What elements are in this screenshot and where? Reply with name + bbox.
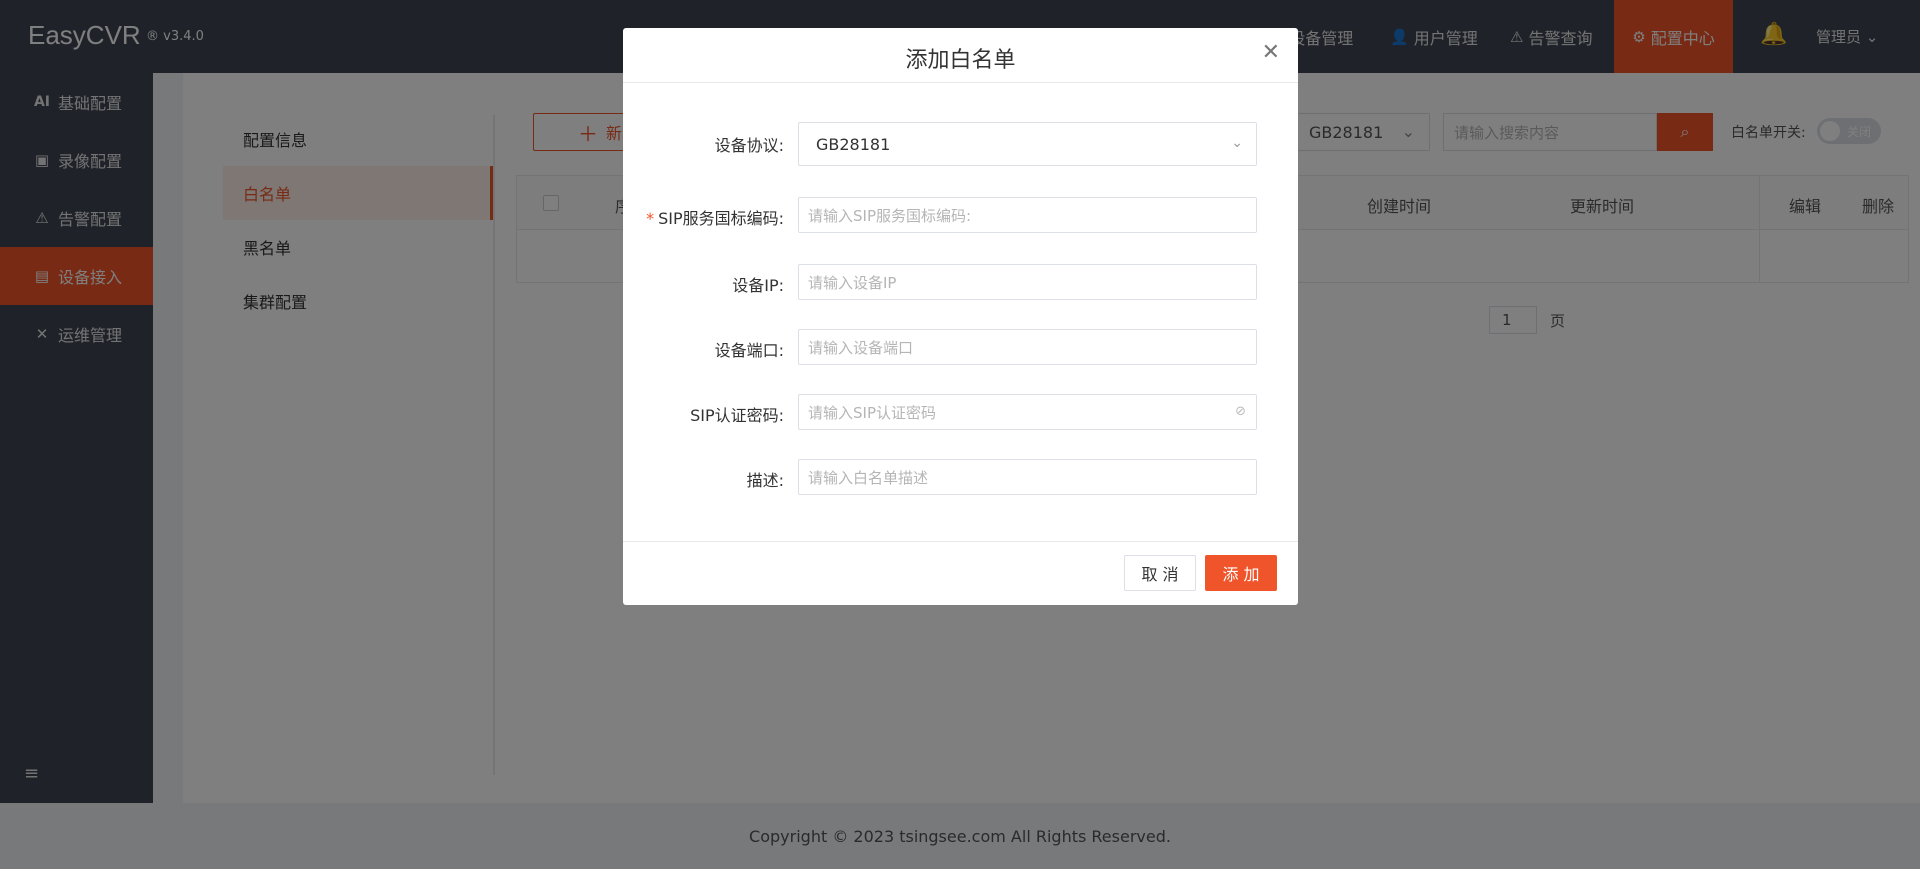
form-row-sip-password: SIP认证密码: 请输入SIP认证密码 ⊘	[623, 394, 1298, 438]
form-row-description: 描述: 请输入白名单描述	[623, 459, 1298, 503]
dialog-footer-divider	[623, 541, 1298, 542]
sip-password-input[interactable]: 请输入SIP认证密码 ⊘	[798, 394, 1257, 430]
required-asterisk: *	[646, 209, 655, 228]
form-row-protocol: 设备协议: GB28181 ⌄	[623, 122, 1298, 166]
dialog-header-divider	[623, 82, 1298, 83]
field-label: 设备协议:	[714, 136, 784, 155]
field-label: 设备端口:	[714, 341, 784, 360]
placeholder: 请输入设备IP	[808, 273, 897, 292]
placeholder: 请输入白名单描述	[808, 468, 929, 487]
device-ip-input[interactable]: 请输入设备IP	[798, 264, 1257, 300]
form-row-device-port: 设备端口: 请输入设备端口	[623, 329, 1298, 373]
dialog-title: 添加白名单	[905, 48, 1016, 73]
cancel-button[interactable]: 取 消	[1124, 555, 1196, 591]
eye-off-icon[interactable]: ⊘	[1235, 404, 1246, 419]
description-input[interactable]: 请输入白名单描述	[798, 459, 1257, 495]
field-label: SIP认证密码:	[690, 406, 784, 425]
field-label: 描述:	[746, 471, 784, 490]
add-whitelist-dialog: 添加白名单 ✕ 设备协议: GB28181 ⌄ * SIP服务国标编码: 请输入S…	[623, 28, 1298, 605]
form-row-device-ip: 设备IP: 请输入设备IP	[623, 264, 1298, 308]
form-row-sip-code: * SIP服务国标编码: 请输入SIP服务国标编码:	[623, 197, 1298, 241]
placeholder: 请输入SIP认证密码	[808, 403, 936, 422]
placeholder: 请输入设备端口	[808, 338, 914, 357]
field-label: * SIP服务国标编码:	[646, 209, 784, 228]
device-port-input[interactable]: 请输入设备端口	[798, 329, 1257, 365]
close-icon[interactable]: ✕	[1262, 40, 1280, 65]
chevron-down-icon: ⌄	[1231, 135, 1243, 151]
protocol-value: GB28181	[816, 134, 891, 154]
sip-code-input[interactable]: 请输入SIP服务国标编码:	[798, 197, 1257, 233]
field-label: 设备IP:	[732, 276, 784, 295]
placeholder: 请输入SIP服务国标编码:	[808, 206, 972, 225]
add-confirm-button[interactable]: 添 加	[1205, 555, 1277, 591]
protocol-dropdown[interactable]: GB28181 ⌄	[798, 122, 1257, 166]
